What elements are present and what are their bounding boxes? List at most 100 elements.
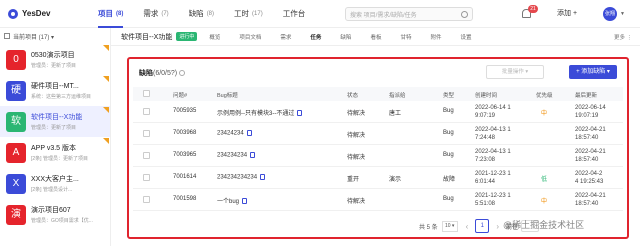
issue-title[interactable]: 234234234234	[217, 174, 266, 181]
document-icon[interactable]	[242, 198, 248, 205]
nav-count: (17)	[252, 10, 263, 17]
add-issue-button[interactable]: + 添加缺陷 ▾	[569, 65, 617, 79]
project-activity: [2条] 管理员设计...	[31, 187, 73, 193]
next-page-icon[interactable]: ›	[496, 222, 499, 231]
nav-item-projects[interactable]: 项目 (8)	[98, 0, 124, 28]
row-checkbox[interactable]	[143, 174, 150, 181]
tab-2[interactable]: 需求	[280, 33, 291, 41]
issue-title-text[interactable]: 234234234	[217, 153, 247, 159]
issue-title-text[interactable]: 234234234234	[217, 175, 257, 181]
top-nav-bar: YesDev 项目 (8) 需求 (7) 缺陷 (8) 工时 (17) 工作台 搜索 项…	[0, 0, 640, 28]
issue-id[interactable]: 7005935	[173, 108, 196, 114]
issue-title[interactable]: 一个bug	[217, 196, 248, 205]
project-name: 软件项目--X功能	[31, 114, 83, 121]
project-avatar: 演	[6, 204, 26, 225]
issue-assignee[interactable]: 唐工	[389, 108, 401, 117]
issue-priority[interactable]: 低	[541, 174, 547, 183]
issue-status[interactable]: 待解决	[347, 196, 365, 205]
table-row[interactable]: 7001598 一个bug 待解决 Bug 2021-12-23 1 5:51:08 中 20…	[133, 189, 623, 211]
document-icon[interactable]	[260, 174, 266, 180]
table-row[interactable]: 7003968 23424234 待解决 Bug 2022-04-13 1 7:24:48…	[133, 123, 623, 145]
column-header-title[interactable]: Bug标题	[217, 91, 238, 99]
sidebar-header[interactable]: 当前项目 (17) ▾	[0, 28, 110, 44]
tab-6[interactable]: 甘特	[400, 33, 411, 41]
issue-id[interactable]: 7001598	[173, 196, 196, 202]
issue-priority[interactable]: 中	[541, 196, 547, 205]
sidebar-project-item[interactable]: 硬硬件项目--MT... 系统：这些第三方运维项目	[0, 75, 110, 106]
search-icon[interactable]	[461, 10, 468, 18]
tab-3[interactable]: 任务	[310, 33, 321, 41]
tab-1[interactable]: 项目文档	[239, 33, 261, 41]
issue-title[interactable]: 示例用例--只有模块3--不通过	[217, 108, 303, 117]
tab-8[interactable]: 设置	[460, 33, 471, 41]
logo-icon	[8, 8, 18, 19]
nav-count: (7)	[161, 10, 169, 17]
project-list: 0 0530演示项目 管理员：更新了项目硬硬件项目--MT... 系统：这些第三方运维…	[0, 44, 110, 230]
column-header-updated[interactable]: 最后更新	[575, 91, 597, 99]
batch-action-button[interactable]: 批量操作 ▾	[486, 65, 544, 79]
issue-id[interactable]: 7003965	[173, 152, 196, 158]
prev-page-icon[interactable]: ‹	[466, 222, 469, 231]
document-icon[interactable]	[250, 152, 256, 158]
document-icon[interactable]	[297, 110, 303, 117]
info-icon[interactable]	[179, 70, 186, 77]
nav-item-workbench[interactable]: 工作台	[283, 0, 306, 28]
column-header-id[interactable]: 问题#	[173, 91, 187, 99]
issue-id[interactable]: 7001614	[173, 174, 196, 180]
column-header-type[interactable]: 类型	[443, 91, 454, 99]
issue-title-text[interactable]: 示例用例--只有模块3--不通过	[217, 111, 294, 117]
column-header-created[interactable]: 创建时间	[475, 91, 497, 99]
table-row[interactable]: 7001614 234234234234 重开 演示 故障 2021-12-23 1 6:0…	[133, 167, 623, 189]
issue-priority[interactable]: 中	[541, 108, 547, 117]
issue-title[interactable]: 23424234	[217, 130, 252, 137]
sidebar-project-item[interactable]: 演演示项目607 管理员：GO项目需求【优...	[0, 199, 110, 230]
date-line: 2022-04-21	[575, 193, 606, 199]
page-number-current[interactable]: 1	[475, 219, 490, 233]
avatar[interactable]: 张翔	[603, 7, 617, 21]
issue-status[interactable]: 重开	[347, 174, 359, 183]
date-line: 2022-04-21	[575, 127, 606, 133]
chevron-down-icon[interactable]: ▼	[620, 11, 625, 17]
row-checkbox[interactable]	[143, 130, 150, 137]
select-all-checkbox[interactable]	[143, 90, 150, 97]
table-row[interactable]: 7003965 234234234 待解决 Bug 2022-04-13 1 7:23:0…	[133, 145, 623, 167]
issue-title-text[interactable]: 一个bug	[217, 199, 239, 205]
issue-status[interactable]: 待解决	[347, 108, 365, 117]
project-text: XXX大客户主... [2条] 管理员设计...	[31, 174, 79, 193]
row-checkbox[interactable]	[143, 108, 150, 115]
table-row[interactable]: 7005935 示例用例--只有模块3--不通过 待解决 唐工 Bug 2022-06-1…	[133, 101, 623, 123]
issue-id[interactable]: 7003968	[173, 130, 196, 136]
column-header-priority[interactable]: 优先级	[536, 91, 553, 99]
issue-assignee[interactable]: 演示	[389, 174, 401, 183]
tab-5[interactable]: 看板	[370, 33, 381, 41]
project-avatar: A	[6, 142, 26, 163]
sidebar-project-item[interactable]: X XXX大客户主... [2条] 管理员设计...	[0, 168, 110, 199]
issue-title-text[interactable]: 23424234	[217, 131, 244, 137]
app-logo[interactable]: YesDev	[8, 8, 98, 19]
tab-0[interactable]: 概览	[209, 33, 220, 41]
nav-item-requirements[interactable]: 需求 (7)	[143, 0, 168, 28]
project-title: 软件项目--X功能	[121, 33, 173, 41]
issue-count: (6/0/5?)	[153, 70, 178, 77]
project-tabs: 概览 项目文档 需求 任务 缺陷 看板 甘特 附件 设置	[209, 33, 490, 41]
nav-item-bugs[interactable]: 缺陷 (8)	[189, 0, 214, 28]
row-checkbox[interactable]	[143, 196, 150, 203]
tab-7[interactable]: 附件	[430, 33, 441, 41]
row-checkbox[interactable]	[143, 152, 150, 159]
sidebar-project-item[interactable]: 软软件项目--X功能 管理员：更新了项目	[0, 106, 110, 137]
issue-status[interactable]: 待解决	[347, 152, 365, 161]
more-button[interactable]: 更多 ⋮	[614, 33, 632, 41]
tab-4[interactable]: 缺陷	[340, 33, 351, 41]
sidebar-project-item[interactable]: 0 0530演示项目 管理员：更新了项目	[0, 44, 110, 75]
sidebar-project-item[interactable]: A APP v3.5 版本 [2条] 管理员：更新了项目	[0, 137, 110, 168]
column-header-assignee[interactable]: 指派给	[389, 91, 406, 99]
add-button[interactable]: 添加 +	[557, 8, 577, 18]
page-size-select[interactable]: 10 ▾	[441, 220, 458, 232]
search-input[interactable]: 搜索 项目/需求/缺陷/任务	[345, 7, 473, 21]
document-icon[interactable]	[246, 130, 252, 136]
issue-status[interactable]: 待解决	[347, 130, 365, 139]
column-header-status[interactable]: 状态	[347, 91, 358, 99]
issue-title[interactable]: 234234234	[217, 152, 256, 159]
nav-item-worktime[interactable]: 工时 (17)	[234, 0, 263, 28]
date-line: 2021-12-23 1	[475, 171, 511, 177]
